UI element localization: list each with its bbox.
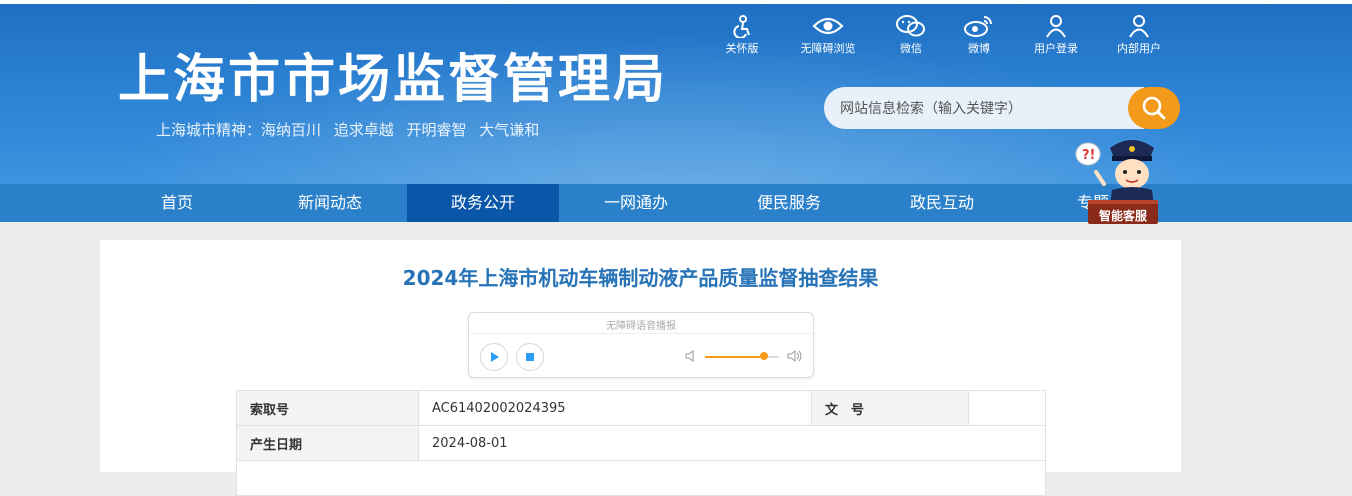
search-box — [824, 87, 1144, 131]
nav-interaction[interactable]: 政民互动 — [866, 184, 1018, 222]
date-value: 2024-08-01 — [418, 425, 1046, 461]
accessibility-link[interactable]: 无障碍浏览 — [788, 14, 868, 56]
internal-user-link[interactable]: 内部用户 — [1099, 14, 1179, 56]
weibo-link[interactable]: 微博 — [939, 14, 1019, 56]
weibo-label: 微博 — [968, 42, 990, 55]
play-button[interactable] — [480, 343, 508, 371]
site-search — [824, 87, 1180, 131]
care-mode-link[interactable]: 关怀版 — [702, 14, 782, 56]
site-title: 上海市市场监督管理局 — [118, 50, 669, 110]
nav-convenience-services[interactable]: 便民服务 — [713, 184, 865, 222]
player-divider — [469, 333, 813, 334]
article-title: 2024年上海市机动车辆制动液产品质量监督抽查结果 — [402, 266, 879, 290]
article-meta-table: 索取号 AC61402002024395 文 号 产生日期 2024-08-01 — [236, 390, 1046, 496]
audio-player: 无障碍语音播报 — [468, 312, 814, 378]
volume-fill — [705, 356, 765, 358]
empty-cell — [236, 460, 1046, 496]
index-no-label: 索取号 — [236, 390, 419, 426]
city-slogan: 上海城市精神：海纳百川 追求卓越 开明睿智 大气谦和 — [156, 121, 540, 139]
volume-high-icon[interactable] — [787, 349, 803, 363]
volume-knob[interactable] — [760, 352, 769, 360]
care-mode-label: 关怀版 — [725, 42, 759, 55]
table-row: 索取号 AC61402002024395 文 号 — [236, 390, 1046, 426]
nav-news[interactable]: 新闻动态 — [254, 184, 406, 222]
player-label: 无障碍语音播报 — [606, 321, 676, 332]
eye-icon — [812, 17, 844, 35]
internal-user-label: 内部用户 — [1117, 42, 1161, 55]
index-no-value: AC61402002024395 — [418, 390, 812, 426]
table-row: 产生日期 2024-08-01 — [236, 425, 1046, 461]
user-login-label: 用户登录 — [1034, 42, 1078, 55]
weibo-icon — [964, 16, 992, 37]
play-icon — [491, 352, 499, 362]
table-row — [236, 460, 1046, 496]
user-icon — [1046, 15, 1066, 38]
user-icon — [1129, 15, 1149, 38]
care-icon — [733, 15, 750, 38]
smart-assistant[interactable]: ?! 智能客服 — [1074, 134, 1170, 230]
wechat-icon — [896, 15, 925, 37]
volume-low-icon[interactable] — [685, 349, 697, 363]
search-input[interactable] — [838, 87, 1132, 131]
article-container: 2024年上海市机动车辆制动液产品质量监督抽查结果 无障碍语音播报 索取号 AC… — [100, 240, 1181, 496]
nav-one-stop-service[interactable]: 一网通办 — [560, 184, 712, 222]
stop-button[interactable] — [516, 343, 544, 371]
doc-no-value — [968, 390, 1046, 426]
nav-home[interactable]: 首页 — [101, 184, 253, 222]
accessibility-label: 无障碍浏览 — [800, 42, 856, 55]
stop-icon — [526, 353, 534, 361]
user-login-link[interactable]: 用户登录 — [1016, 14, 1096, 56]
doc-no-label: 文 号 — [811, 390, 969, 426]
volume-slider[interactable] — [705, 352, 779, 360]
date-label: 产生日期 — [236, 425, 419, 461]
search-icon — [1142, 96, 1166, 120]
search-button[interactable] — [1128, 87, 1180, 129]
assistant-label: 智能客服 — [1098, 209, 1147, 223]
nav-government-affairs[interactable]: 政务公开 — [407, 184, 559, 222]
svg-text:?!: ?! — [1082, 148, 1095, 163]
